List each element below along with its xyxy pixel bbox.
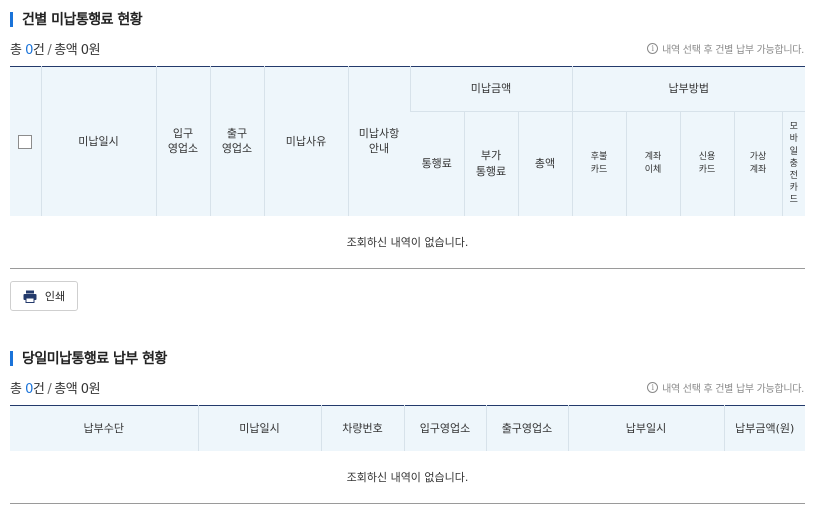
section1-title: 건별 미납통행료 현황 <box>10 9 143 29</box>
title-accent-bar <box>10 11 13 27</box>
col-entry-office: 입구 영업소 <box>155 66 210 216</box>
print-button-label: 인쇄 <box>44 290 66 303</box>
section1-title-text: 건별 미납통행료 현황 <box>22 12 143 28</box>
col-virtual-account: 가상 계좌 <box>733 111 782 216</box>
col-unpaid-datetime: 미납일시 <box>40 66 156 216</box>
info-icon: i <box>647 382 659 393</box>
section2-title-text: 당일미납통행료 납부 현황 <box>22 351 167 367</box>
paid-count: 0 <box>25 382 33 397</box>
col-surcharge: 부가 통행료 <box>463 111 518 216</box>
col-exit-office: 출구 영업소 <box>209 66 264 216</box>
col-unpaid-reason: 미납사유 <box>263 66 348 216</box>
col-unpaid-notice: 미납사항 안내 <box>347 66 410 216</box>
info-icon: i <box>647 43 659 54</box>
empty-message: 조회하신 내역이 없습니다. <box>10 215 806 269</box>
empty-message: 조회하신 내역이 없습니다. <box>10 450 805 504</box>
col-payment-datetime: 납부일시 <box>567 405 724 451</box>
col-postpaid-card: 후불 카드 <box>571 111 626 216</box>
unpaid-count: 0 <box>25 43 33 58</box>
section2-hint: i 내역 선택 후 건별 납부 가능합니다. <box>647 380 804 395</box>
same-day-payment-table: 납부수단 미납일시 차량번호 입구영업소 출구영업소 납부일시 납부금액(원) … <box>10 405 805 504</box>
select-all-checkbox[interactable] <box>18 134 33 149</box>
col-total: 총액 <box>517 111 572 216</box>
col-toll: 통행료 <box>410 111 464 216</box>
col-unpaid-datetime: 미납일시 <box>197 405 321 451</box>
print-button[interactable]: 인쇄 <box>10 281 78 311</box>
col-account-transfer: 계좌 이체 <box>625 111 680 216</box>
select-all-cell <box>10 66 41 216</box>
section1-hint: i 내역 선택 후 건별 납부 가능합니다. <box>647 41 804 56</box>
col-entry-office: 입구영업소 <box>403 405 486 451</box>
col-group-payment-method: 납부방법 <box>571 66 806 112</box>
col-vehicle-number: 차량번호 <box>320 405 404 451</box>
col-exit-office: 출구영업소 <box>485 405 568 451</box>
section1-summary: 총 0건 / 총액 0원 <box>10 43 101 58</box>
col-group-unpaid-amount: 미납금액 <box>409 66 572 112</box>
col-payment-means: 납부수단 <box>10 405 198 451</box>
paid-total-amount: 0원 <box>80 382 101 397</box>
unpaid-total-amount: 0원 <box>80 43 101 58</box>
section2-title: 당일미납통행료 납부 현황 <box>10 348 167 368</box>
title-accent-bar <box>10 350 13 366</box>
col-credit-card: 신용 카드 <box>679 111 734 216</box>
unpaid-toll-table: 미납일시 입구 영업소 출구 영업소 미납사유 미납사항 안내 미납금액 납부방… <box>10 66 806 269</box>
printer-icon <box>23 290 37 303</box>
col-mobile-charge-card: 모 바 일 충 전 카 드 <box>781 111 806 216</box>
col-payment-amount: 납부금액(원) <box>723 405 805 451</box>
section2-summary: 총 0건 / 총액 0원 <box>10 382 101 397</box>
